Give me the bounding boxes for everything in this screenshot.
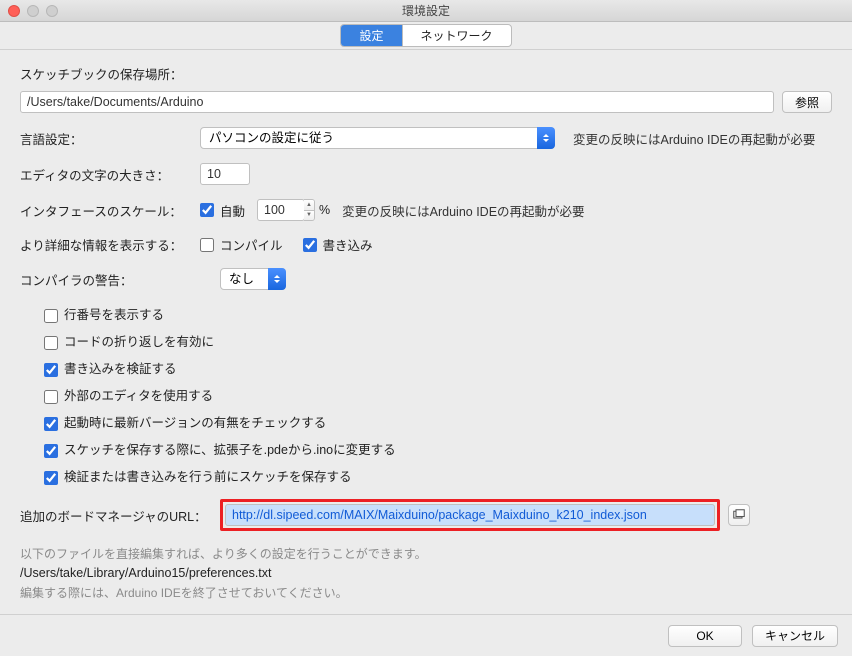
scale-auto-checkbox[interactable] — [200, 203, 214, 217]
scale-percent-unit: % — [319, 203, 330, 217]
close-icon[interactable] — [8, 5, 20, 17]
sketchbook-label: スケッチブックの保存場所： — [20, 64, 183, 83]
language-restart-hint: 変更の反映にはArduino IDEの再起動が必要 — [573, 129, 815, 148]
scale-percent-input[interactable] — [257, 199, 305, 221]
scale-restart-hint: 変更の反映にはArduino IDEの再起動が必要 — [342, 201, 584, 220]
boards-url-expand-button[interactable] — [728, 504, 750, 526]
browse-button[interactable]: 参照 — [782, 91, 832, 113]
language-select[interactable]: パソコンの設定に従う — [200, 127, 555, 149]
sketchbook-path-input[interactable] — [20, 91, 774, 113]
tab-network[interactable]: ネットワーク — [403, 25, 511, 46]
tab-bar: 設定 ネットワーク — [0, 22, 852, 50]
line-numbers-checkbox[interactable] — [44, 309, 58, 323]
code-folding-checkbox[interactable] — [44, 336, 58, 350]
compiler-warnings-select[interactable]: なし — [220, 268, 286, 290]
editor-font-size-label: エディタの文字の大きさ： — [20, 165, 200, 184]
ok-button[interactable]: OK — [668, 625, 742, 647]
verbose-label: より詳細な情報を表示する： — [20, 235, 200, 254]
preferences-path[interactable]: /Users/take/Library/Arduino15/preference… — [20, 566, 272, 580]
edit-prefs-hint: 編集する際には、Arduino IDEを終了させておいてください。 — [20, 584, 348, 601]
titlebar: 環境設定 — [0, 0, 852, 22]
save-on-verify-checkbox[interactable] — [44, 471, 58, 485]
language-label: 言語設定： — [20, 129, 200, 148]
tab-settings[interactable]: 設定 — [341, 25, 402, 46]
editor-font-size-input[interactable] — [200, 163, 250, 185]
boards-url-highlight — [220, 499, 720, 531]
boards-url-label: 追加のボードマネージャのURL： — [20, 506, 220, 525]
window-icon — [733, 509, 745, 521]
interface-scale-label: インタフェースのスケール： — [20, 201, 200, 220]
more-prefs-hint: 以下のファイルを直接編集すれば、より多くの設定を行うことができます。 — [20, 545, 427, 562]
verbose-upload-label: 書き込み — [323, 235, 373, 254]
verbose-compile-checkbox[interactable] — [200, 238, 214, 252]
update-extension-checkbox[interactable] — [44, 444, 58, 458]
external-editor-checkbox[interactable] — [44, 390, 58, 404]
footer: OK キャンセル — [0, 614, 852, 656]
verbose-upload-checkbox[interactable] — [303, 238, 317, 252]
verify-upload-checkbox[interactable] — [44, 363, 58, 377]
check-updates-checkbox[interactable] — [44, 417, 58, 431]
boards-url-input[interactable] — [225, 504, 715, 526]
cancel-button[interactable]: キャンセル — [752, 625, 838, 647]
zoom-icon — [46, 5, 58, 17]
window-title: 環境設定 — [0, 2, 852, 19]
compiler-warnings-label: コンパイラの警告： — [20, 270, 220, 289]
scale-stepper[interactable]: ▲▼ — [304, 199, 315, 221]
minimize-icon — [27, 5, 39, 17]
scale-auto-label: 自動 — [220, 201, 245, 220]
verbose-compile-label: コンパイル — [220, 235, 283, 254]
